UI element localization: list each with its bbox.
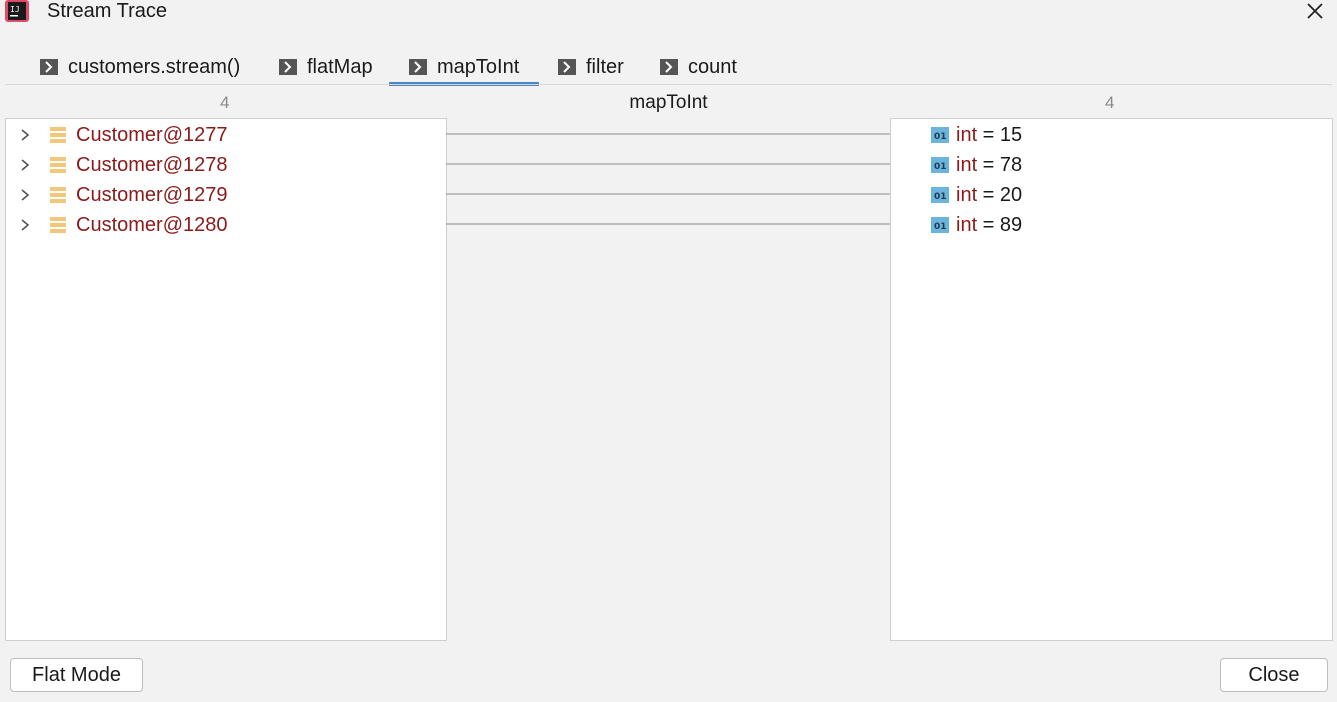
- result-values-panel[interactable]: 01 int = 15 01 int = 78 01 int = 20 01 i…: [890, 118, 1333, 641]
- stream-stage-icon: [40, 59, 58, 75]
- value-type: int: [956, 123, 978, 146]
- value-type: int: [956, 153, 978, 176]
- list-item[interactable]: Customer@1278: [18, 150, 227, 180]
- tab-flatmap[interactable]: flatMap: [279, 48, 373, 86]
- tab-label: mapToInt: [437, 55, 520, 78]
- tab-maptoint[interactable]: mapToInt: [389, 48, 539, 86]
- title-bar: IJ Stream Trace: [0, 0, 1337, 24]
- value-type: int: [956, 183, 978, 206]
- source-values-panel[interactable]: Customer@1277 Customer@1278 Customer@127…: [5, 118, 447, 641]
- object-label: Customer@1279: [76, 183, 228, 206]
- object-icon: [50, 157, 66, 173]
- chevron-right-icon[interactable]: [18, 128, 32, 142]
- svg-text:01: 01: [934, 132, 947, 142]
- equals-sign: =: [977, 153, 1000, 176]
- primitive-value-icon: 01: [931, 127, 949, 143]
- close-button[interactable]: Close: [1220, 658, 1328, 692]
- svg-text:01: 01: [934, 192, 947, 202]
- equals-sign: =: [977, 213, 1000, 236]
- list-item[interactable]: 01 int = 78: [931, 150, 1022, 180]
- intellij-idea-icon: IJ: [5, 0, 29, 22]
- primitive-value-icon: 01: [931, 217, 949, 233]
- chevron-right-icon[interactable]: [18, 188, 32, 202]
- stream-stage-icon: [279, 59, 297, 75]
- tab-label: customers.stream(): [68, 55, 241, 78]
- mapping-lines: [446, 133, 890, 225]
- close-icon[interactable]: [1303, 0, 1327, 24]
- svg-text:01: 01: [934, 222, 947, 232]
- chevron-right-icon[interactable]: [18, 158, 32, 172]
- stream-stage-icon: [558, 59, 576, 75]
- list-item[interactable]: Customer@1280: [18, 210, 227, 240]
- window-title: Stream Trace: [47, 0, 168, 22]
- tab-label: filter: [586, 55, 624, 78]
- object-icon: [50, 127, 66, 143]
- list-item[interactable]: Customer@1277: [18, 120, 227, 150]
- primitive-value-icon: 01: [931, 187, 949, 203]
- list-item[interactable]: Customer@1279: [18, 180, 227, 210]
- value-type: int: [956, 213, 978, 236]
- equals-sign: =: [977, 183, 1000, 206]
- value: 78: [999, 153, 1023, 176]
- object-label: Customer@1278: [76, 153, 228, 176]
- value: 20: [999, 183, 1023, 206]
- value: 15: [999, 123, 1023, 146]
- object-label: Customer@1280: [76, 213, 228, 236]
- tab-label: flatMap: [307, 55, 373, 78]
- tabs-divider: [5, 84, 1332, 85]
- svg-text:IJ: IJ: [10, 5, 20, 14]
- flat-mode-button[interactable]: Flat Mode: [10, 658, 143, 692]
- tab-label: count: [688, 55, 737, 78]
- stage-title: mapToInt: [629, 92, 708, 113]
- tab-count[interactable]: count: [660, 48, 737, 86]
- stage-tabs: customers.stream() flatMap mapToInt filt…: [0, 48, 1337, 86]
- right-count: 4: [1105, 93, 1115, 112]
- tab-filter[interactable]: filter: [558, 48, 624, 86]
- svg-text:01: 01: [934, 162, 947, 172]
- list-item[interactable]: 01 int = 89: [931, 210, 1022, 240]
- list-item[interactable]: 01 int = 15: [931, 120, 1022, 150]
- object-label: Customer@1277: [76, 123, 228, 146]
- stream-stage-icon: [660, 59, 678, 75]
- object-icon: [50, 187, 66, 203]
- object-icon: [50, 217, 66, 233]
- list-item[interactable]: 01 int = 20: [931, 180, 1022, 210]
- tab-customers-stream[interactable]: customers.stream(): [40, 48, 240, 86]
- value: 89: [999, 213, 1023, 236]
- primitive-value-icon: 01: [931, 157, 949, 173]
- equals-sign: =: [977, 123, 1000, 146]
- stream-stage-icon: [409, 59, 427, 75]
- chevron-right-icon[interactable]: [18, 218, 32, 232]
